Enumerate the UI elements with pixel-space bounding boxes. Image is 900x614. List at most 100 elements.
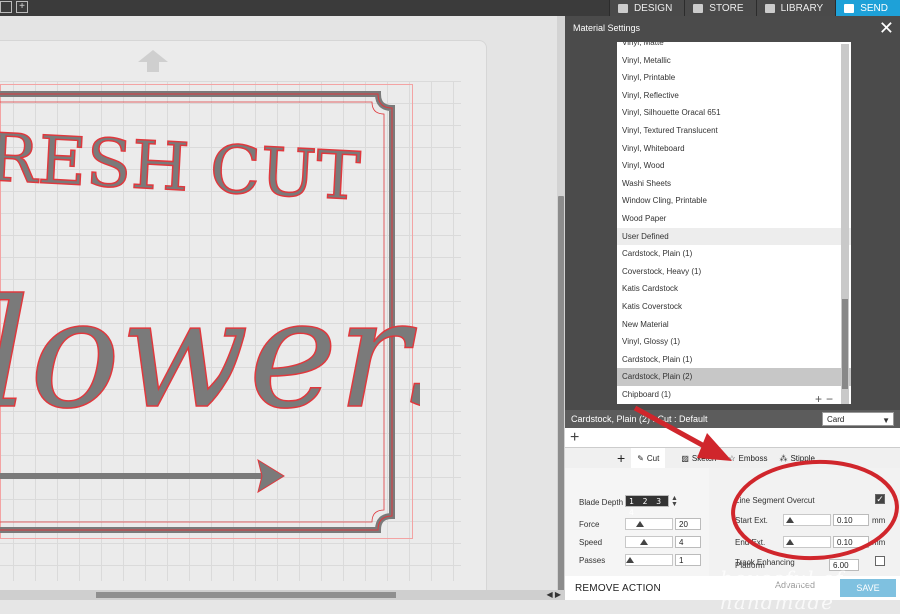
feed-direction-arrow-icon [138,50,168,72]
material-list-item[interactable]: Vinyl, Wood [617,157,851,175]
tab-library[interactable]: LIBRARY [755,0,836,16]
tab-store-label: STORE [709,2,744,14]
tab-stipple[interactable]: ⁂ Stipple [773,448,820,468]
material-list-item[interactable]: Katis Cardstock [617,280,851,298]
tab-emboss-label: Emboss [738,453,768,463]
start-ext-label: Start Ext. [735,516,768,525]
material-list-item[interactable]: Washi Sheets [617,175,851,193]
material-list-item[interactable]: Window Cling, Printable [617,192,851,210]
material-settings-panel: Material Settings ✕ Vinyl, Matte Vinyl, M… [565,16,900,600]
add-action-tab-button[interactable]: + [611,448,631,468]
start-ext-unit: mm [872,516,886,525]
passes-slider[interactable] [625,554,673,566]
remove-material-button[interactable]: − [826,392,833,406]
material-list-item[interactable]: Vinyl, Reflective [617,87,851,105]
start-ext-input[interactable]: 0.10 [833,514,869,526]
end-ext-slider-knob[interactable] [786,539,794,545]
scroll-arrows-icon[interactable]: ◀ ▶ [546,590,561,599]
design-artwork[interactable]: RESH CUT lowers [0,76,420,556]
material-list-item[interactable]: Coverstock, Heavy (1) [617,263,851,281]
material-list-item[interactable]: Vinyl, Glossy (1) [617,333,851,351]
panel-title: Material Settings [573,23,641,33]
speed-slider[interactable] [625,536,673,548]
tab-store[interactable]: STORE [684,0,756,16]
material-list-item[interactable]: Katis Coverstock [617,298,851,316]
material-list[interactable]: Vinyl, Matte Vinyl, Metallic Vinyl, Printa… [617,42,851,404]
force-slider-knob[interactable] [636,521,644,527]
library-icon [764,3,775,13]
canvas-horizontal-scroll-thumb[interactable] [96,592,396,598]
tool-toggle-icon[interactable] [0,1,12,13]
material-list-item[interactable]: Cardstock, Plain (1) [617,351,851,369]
tab-stipple-label: Stipple [790,453,815,463]
passes-slider-knob[interactable] [626,557,634,563]
end-ext-input[interactable]: 0.10 [833,536,869,548]
material-list-item[interactable]: Wood Paper [617,210,851,228]
material-list-item[interactable]: Vinyl, Metallic [617,52,851,70]
sketch-icon: ▨ [681,453,689,463]
action-tabs: + ✎ Cut ▨ Sketch ☆ Emboss ⁂ Stipple [565,448,900,468]
end-ext-label: End Ext. [735,538,766,547]
add-material-button[interactable]: + [815,392,822,406]
tab-sketch-label: Sketch [691,453,717,463]
tab-cut[interactable]: ✎ Cut [631,448,666,468]
panel-header: Material Settings ✕ [565,16,900,40]
start-ext-slider[interactable] [783,514,831,526]
force-input[interactable]: 20 [675,518,701,530]
close-icon[interactable]: ✕ [879,19,894,37]
tab-emboss[interactable]: ☆ Emboss [722,448,773,468]
material-list-item[interactable]: Vinyl, Silhouette Oracal 651 [617,104,851,122]
blade-icon: ✎ [637,453,644,463]
line-segment-overcut-checkbox[interactable]: ✓ [875,494,885,504]
material-list-item[interactable]: Cardstock, Plain (2) [617,368,851,386]
canvas-horizontal-scrollbar[interactable]: ◀ ▶ [0,590,565,600]
design-canvas[interactable]: RESH CUT lowers [0,16,557,590]
tab-send[interactable]: SEND [835,0,900,16]
design-icon [617,3,628,13]
passes-label: Passes [579,556,606,565]
tool-dropdown[interactable]: Card ▼ [822,412,894,426]
passes-input[interactable]: 1 [675,554,701,566]
advanced-settings: Line Segment Overcut ✓ Start Ext. 0.10 m… [709,468,900,576]
speed-input[interactable]: 4 [675,536,701,548]
canvas-vertical-scrollbar[interactable] [557,16,565,596]
remove-action-button[interactable]: REMOVE ACTION [575,583,661,594]
speed-slider-knob[interactable] [640,539,648,545]
material-list-item[interactable]: Cardstock, Plain (1) [617,245,851,263]
material-list-item[interactable]: Vinyl, Printable [617,69,851,87]
store-icon [693,3,704,13]
tab-sketch[interactable]: ▨ Sketch [675,448,722,468]
material-list-item[interactable]: Vinyl, Textured Translucent [617,122,851,140]
material-group-header[interactable]: User Defined [617,227,851,246]
blade-depth-stepper[interactable]: ▲ ▼ [671,495,678,508]
line-segment-overcut-label: Line Segment Overcut [735,496,815,505]
end-ext-slider[interactable] [783,536,831,548]
add-action-button[interactable]: + [570,428,579,448]
tab-design-label: DESIGN [633,2,673,14]
material-list-item[interactable]: New Material [617,316,851,334]
material-list-item[interactable]: Vinyl, Matte [617,42,851,52]
tab-design[interactable]: DESIGN [608,0,685,16]
end-ext-unit: mm [872,538,886,547]
tool-dropdown-value: Card [827,415,845,424]
add-tool-icon[interactable]: + [16,1,28,13]
track-enhancing-checkbox[interactable] [875,556,885,566]
blade-depth-label: Blade Depth [579,498,624,507]
artwork-line1: RESH CUT [0,119,362,215]
blade-depth-display[interactable]: 1 2 3 4 [625,495,669,517]
watermark-logo: houseful of handmade [720,566,844,614]
send-icon [844,3,855,13]
top-toolbar: + DESIGN STORE LIBRARY SEND [0,0,900,16]
force-slider[interactable] [625,518,673,530]
canvas-vertical-scroll-thumb[interactable] [558,196,564,596]
material-list-item[interactable]: Vinyl, Whiteboard [617,140,851,158]
material-list-scrollbar[interactable] [841,44,849,404]
add-action-row: + [565,428,900,448]
material-list-scroll-thumb[interactable] [842,299,848,389]
material-list-tools: + − [815,392,833,406]
selected-material-bar: Cardstock, Plain (2) : Cut : Default Car… [565,410,900,428]
add-action-tab-label: + [617,450,626,466]
stipple-icon: ⁂ [779,453,788,463]
main-nav: DESIGN STORE LIBRARY SEND [608,0,900,16]
start-ext-slider-knob[interactable] [786,517,794,523]
